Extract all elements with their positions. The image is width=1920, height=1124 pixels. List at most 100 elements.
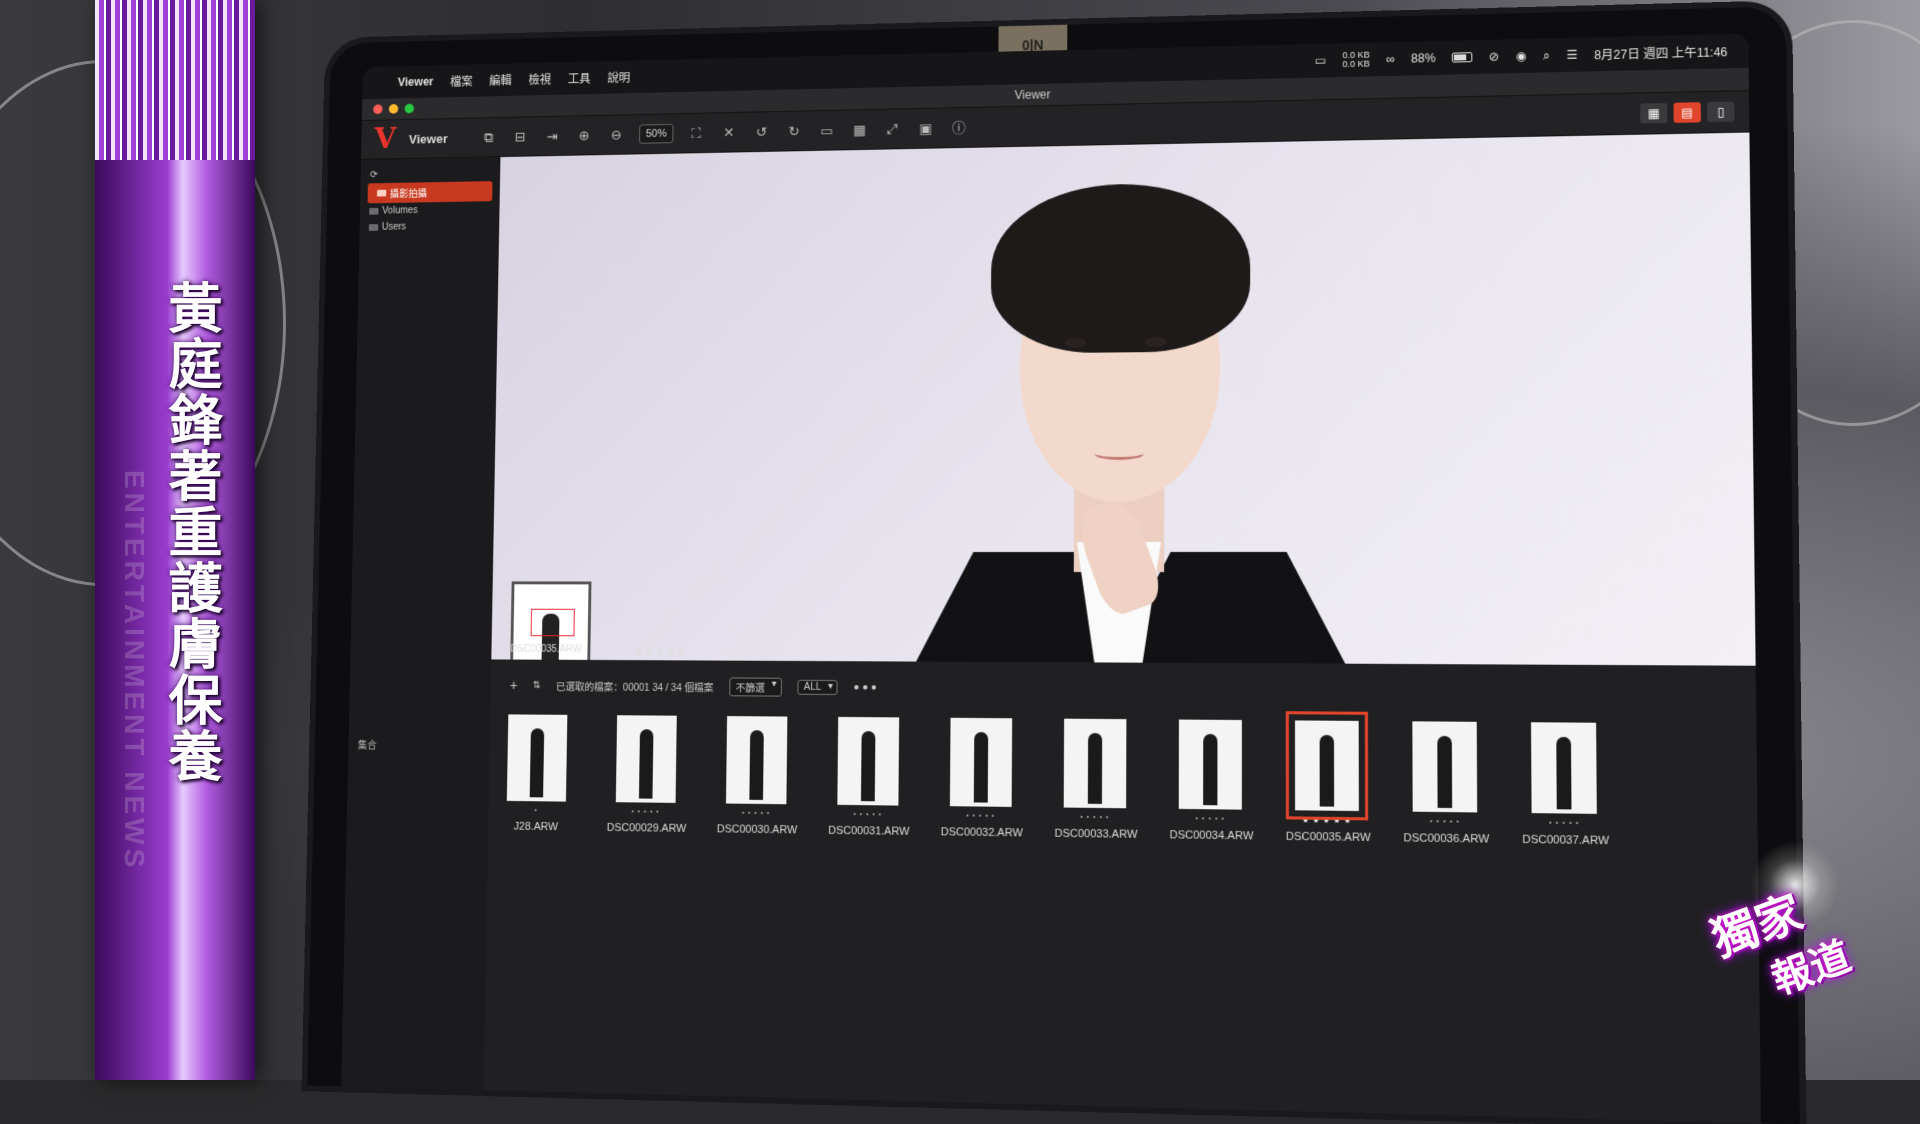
network-down: 0.0 KB xyxy=(1342,58,1370,70)
battery-percent: 88% xyxy=(1411,51,1436,66)
folder-icon xyxy=(368,224,379,231)
layout-grid-icon[interactable]: ▦ xyxy=(1640,102,1668,124)
battery-icon[interactable] xyxy=(1451,52,1473,63)
thumbnail-image xyxy=(1063,718,1127,809)
menu-edit[interactable]: 編輯 xyxy=(489,72,512,89)
display-icon[interactable]: ▭ xyxy=(1315,54,1326,68)
thumbnail-rating[interactable]: • • • • • xyxy=(607,808,684,819)
thumbnail-image xyxy=(837,716,900,806)
filmstrip: • J28.ARW • • • • • DSC00029.ARW • • • • • DS… xyxy=(458,711,1759,933)
actual-size-icon[interactable]: ✕ xyxy=(719,122,738,142)
viewer-label: Viewer xyxy=(408,130,448,147)
thumbnail-rating[interactable]: • • • • • xyxy=(1170,815,1251,826)
thumbnail-filename: DSC00033.ARW xyxy=(1054,827,1138,841)
thumbnail-rating[interactable]: • • • • • xyxy=(1055,814,1136,825)
banner-caption: 黃庭鋒著重護膚保養 xyxy=(159,280,222,784)
grid-icon[interactable]: ▦ xyxy=(850,120,870,140)
menu-help[interactable]: 說明 xyxy=(607,69,630,86)
menubar-clock[interactable]: 8月27日 週四 上午11:46 xyxy=(1594,43,1727,63)
add-button[interactable]: + xyxy=(510,677,518,693)
sidebar-item-label: 攝影拍攝 xyxy=(389,188,428,201)
thumbnail-image xyxy=(615,715,677,803)
thumbnail-rating[interactable]: • • • • • xyxy=(1522,819,1606,830)
browse-icon[interactable]: ⧉ xyxy=(479,128,498,147)
filmstrip-thumbnail[interactable]: • • • • • DSC00037.ARW xyxy=(1522,722,1610,848)
filmstrip-thumbnail[interactable]: • • • • • DSC00036.ARW xyxy=(1403,721,1490,846)
menu-file[interactable]: 檔案 xyxy=(450,73,473,90)
folder-icon xyxy=(369,207,379,215)
thumbnail-rating[interactable]: • • • • • xyxy=(1403,818,1486,829)
thumbnail-rating[interactable]: • xyxy=(498,807,574,818)
selection-info: 已選取的檔案：00001 34 / 34 個檔案 xyxy=(555,681,714,694)
folder-icon xyxy=(376,189,387,197)
thumbnail-image xyxy=(1178,719,1242,810)
color-label-filter[interactable]: ● ● ● xyxy=(853,682,876,693)
thumbnail-filename: DSC00030.ARW xyxy=(716,823,798,837)
filmstrip-toolbar: + ⇅ 已選取的檔案：00001 34 / 34 個檔案 不篩選 ALL ● ●… xyxy=(491,665,1757,713)
thumbnail-filename: DSC00034.ARW xyxy=(1169,829,1254,843)
image-icon[interactable]: ▣ xyxy=(916,118,936,138)
thumbnail-filename: DSC00031.ARW xyxy=(828,824,910,838)
filmstrip-icon[interactable]: ▭ xyxy=(817,120,837,140)
filmstrip-thumbnail[interactable]: • • • • • DSC00031.ARW xyxy=(828,716,910,838)
sidebar-item-label: Volumes xyxy=(382,205,418,217)
rotate-right-icon[interactable]: ↻ xyxy=(784,121,803,141)
thumbnail-filename: DSC00035.ARW xyxy=(1285,830,1371,845)
rotate-left-icon[interactable]: ↺ xyxy=(752,122,771,142)
thumbnail-filename: DSC00037.ARW xyxy=(1522,833,1610,848)
filmstrip-thumbnail[interactable]: • • • • • DSC00030.ARW xyxy=(716,716,798,837)
filmstrip-thumbnail[interactable]: • • • • • DSC00033.ARW xyxy=(1054,718,1138,841)
fit-icon[interactable]: ⛶ xyxy=(687,123,706,143)
thumbnail-filename: DSC00036.ARW xyxy=(1403,832,1490,846)
filmstrip-thumbnail[interactable]: • J28.ARW xyxy=(498,714,576,833)
menu-app-name[interactable]: Viewer xyxy=(398,75,434,89)
traffic-lights xyxy=(362,103,415,115)
menu-tools[interactable]: 工具 xyxy=(568,70,591,87)
info-icon[interactable]: ⓘ xyxy=(949,118,969,138)
sort-icon[interactable]: ⇅ xyxy=(533,680,541,691)
filmstrip-thumbnail[interactable]: • • • • • DSC00032.ARW xyxy=(941,717,1023,839)
compare-icon[interactable]: ⊟ xyxy=(511,127,530,146)
zoom-out-icon[interactable]: ⊖ xyxy=(607,125,626,145)
menu-view[interactable]: 檢視 xyxy=(528,71,551,88)
zoom-level-select[interactable]: 50% xyxy=(639,123,674,144)
status-area: ▭ 0.0 KB 0.0 KB ∞ 88% ⊘ ◉ ⌕ ☰ 8月27日 週四 上… xyxy=(1315,42,1728,70)
minimize-button[interactable] xyxy=(388,104,399,114)
user-icon[interactable]: ◉ xyxy=(1516,49,1527,63)
sidebar-item-users[interactable]: Users xyxy=(359,217,499,236)
all-dropdown[interactable]: ALL xyxy=(796,679,838,695)
filmstrip-thumbnail[interactable]: ★ ★ ★ ★ ★ DSC00035.ARW xyxy=(1285,711,1371,845)
thumbnail-rating[interactable]: • • • • • xyxy=(828,811,907,822)
zoom-button[interactable] xyxy=(404,103,415,114)
filmstrip-thumbnail[interactable]: • • • • • DSC00029.ARW xyxy=(607,715,686,835)
zoom-in-icon[interactable]: ⊕ xyxy=(575,126,594,146)
banner-stripes xyxy=(95,0,255,160)
thumbnail-filename: DSC00029.ARW xyxy=(606,821,687,835)
thumbnail-image xyxy=(1531,722,1597,814)
laptop: 0|N Viewer 檔案 編輯 檢視 工具 說明 ▭ 0.0 KB 0.0 K… xyxy=(307,6,1800,1124)
close-button[interactable] xyxy=(373,104,383,115)
network-monitor[interactable]: 0.0 KB 0.0 KB xyxy=(1342,50,1370,70)
layout-filmstrip-icon[interactable]: ▤ xyxy=(1673,102,1701,123)
fullscreen-icon[interactable]: ⤢ xyxy=(883,119,903,139)
layout-single-icon[interactable]: ▯ xyxy=(1707,101,1735,123)
thumbnail-rating[interactable]: • • • • • xyxy=(941,812,1021,823)
thumbnail-rating[interactable]: • • • • • xyxy=(717,809,795,820)
glasses-icon[interactable]: ∞ xyxy=(1386,52,1395,66)
folder-sidebar: ⟳ 攝影拍攝 Volumes Users 集合 xyxy=(341,157,501,1091)
banner-subtitle: ENTERTAINMENT NEWS xyxy=(119,470,150,872)
link-icon[interactable]: ⊘ xyxy=(1489,50,1499,64)
image-preview[interactable] xyxy=(491,132,1756,666)
filter-dropdown[interactable]: 不篩選 xyxy=(728,676,782,697)
preview-rating[interactable]: ★★★★★ xyxy=(634,648,687,659)
control-center-icon[interactable]: ☰ xyxy=(1566,48,1577,62)
thumbnail-image xyxy=(1412,721,1478,813)
filmstrip-thumbnail[interactable]: • • • • • DSC00034.ARW xyxy=(1169,719,1254,843)
laptop-screen: Viewer 檔案 編輯 檢視 工具 說明 ▭ 0.0 KB 0.0 KB ∞ … xyxy=(341,33,1761,1124)
collection-label: 集合 xyxy=(357,740,377,752)
sidebar-item-shoot[interactable]: 攝影拍攝 xyxy=(367,181,493,204)
export-icon[interactable]: ⇥ xyxy=(543,126,562,146)
search-icon[interactable]: ⌕ xyxy=(1543,48,1550,63)
navigator-viewport[interactable] xyxy=(530,608,575,637)
thumbnail-rating[interactable]: ★ ★ ★ ★ ★ xyxy=(1286,816,1368,827)
